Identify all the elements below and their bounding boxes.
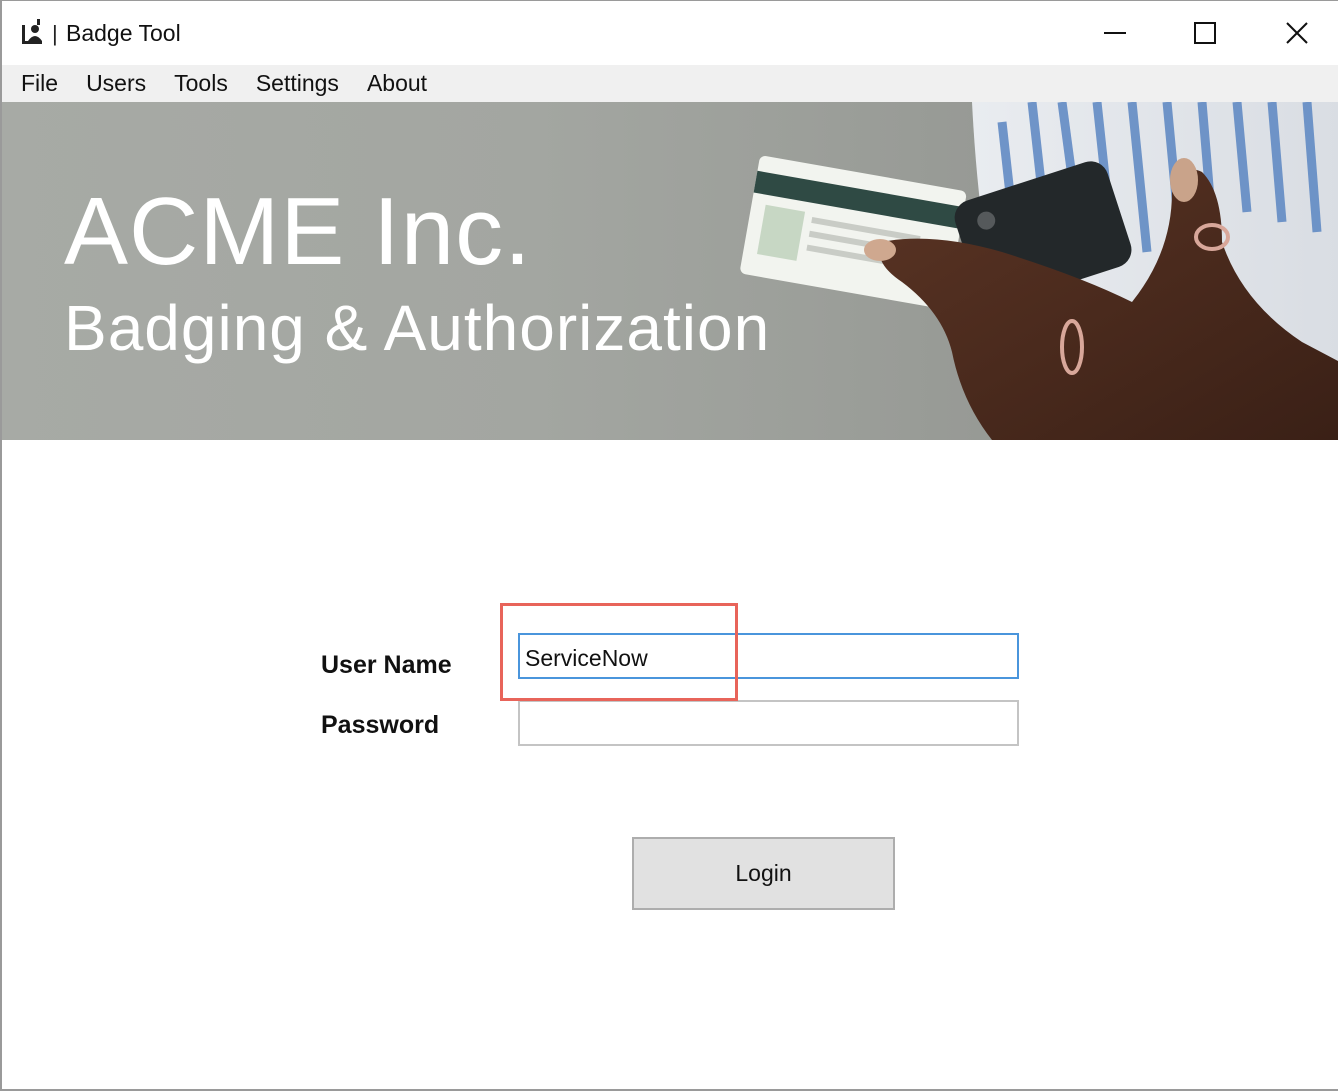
banner-title: ACME Inc. [64, 178, 532, 285]
maximize-button[interactable] [1160, 1, 1250, 65]
app-window: | Badge Tool File Users Tools Settings A… [0, 0, 1338, 1091]
menu-settings[interactable]: Settings [242, 65, 353, 102]
title-separator: | [52, 21, 58, 46]
header-banner: ACME Inc. Badging & Authorization [2, 102, 1338, 440]
badge-app-icon [22, 19, 42, 44]
menu-users[interactable]: Users [72, 65, 160, 102]
banner-subtitle: Badging & Authorization [64, 292, 771, 364]
menu-tools[interactable]: Tools [160, 65, 242, 102]
close-icon [1286, 22, 1308, 44]
banner-photo [740, 102, 1338, 440]
username-input[interactable] [518, 633, 1019, 679]
username-label: User Name [321, 651, 452, 679]
menu-bar: File Users Tools Settings About [2, 65, 1338, 102]
menu-file[interactable]: File [2, 65, 72, 102]
minimize-icon [1104, 32, 1126, 34]
window-title: Badge Tool [66, 20, 181, 46]
password-label: Password [321, 711, 440, 739]
close-button[interactable] [1252, 1, 1338, 65]
password-input[interactable] [518, 700, 1019, 746]
menu-about[interactable]: About [353, 65, 441, 102]
minimize-button[interactable] [1070, 1, 1160, 65]
maximize-icon [1194, 22, 1216, 44]
title-bar[interactable]: | Badge Tool [2, 1, 1338, 65]
login-button[interactable]: Login [632, 837, 895, 910]
